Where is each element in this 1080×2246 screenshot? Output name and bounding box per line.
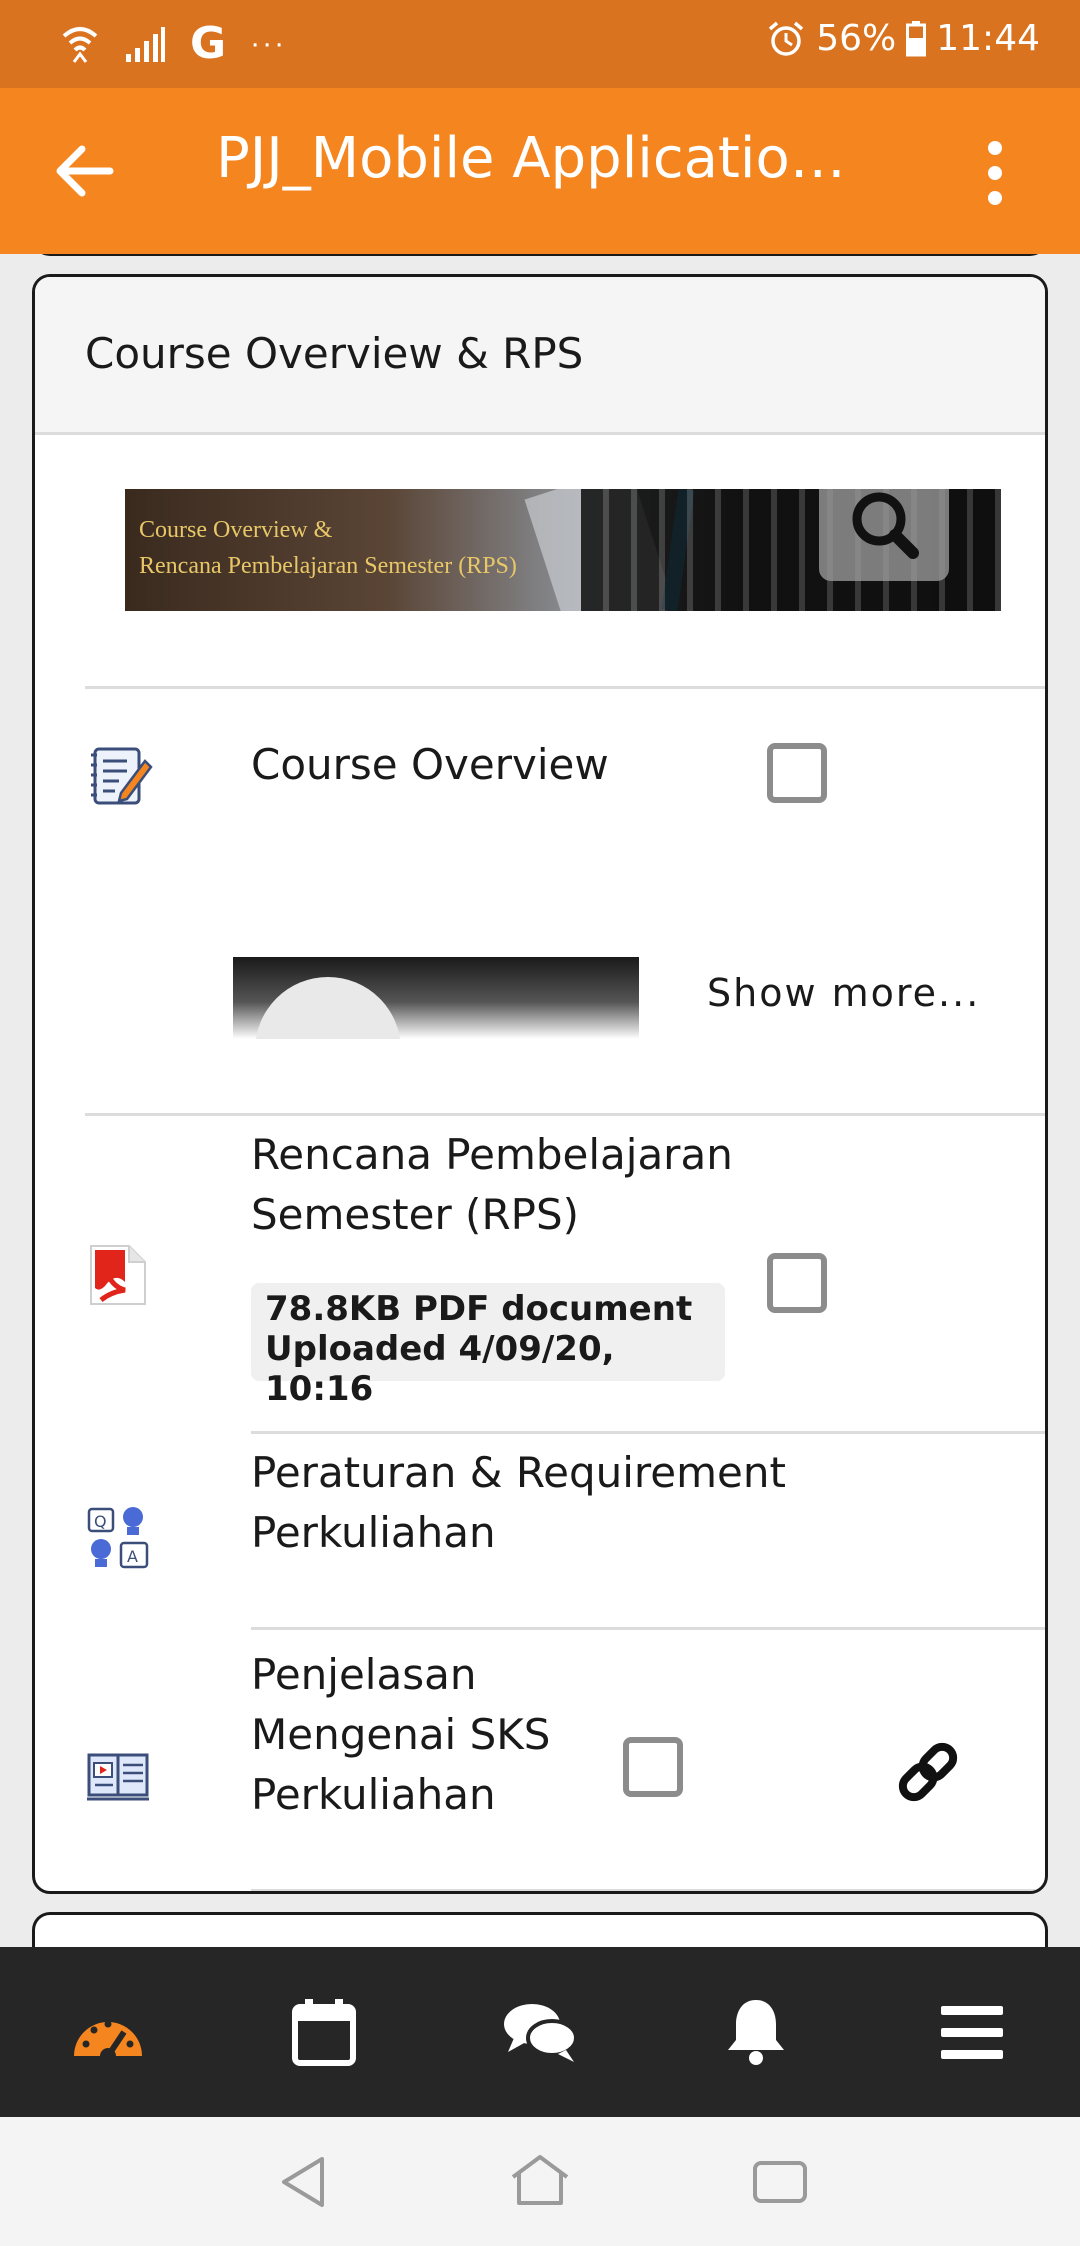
divider: [251, 1431, 1045, 1434]
battery-icon: [906, 20, 927, 56]
more-options-icon[interactable]: [980, 138, 1010, 208]
previous-section-card: [32, 254, 1048, 256]
signal-icon: [126, 26, 165, 62]
battery-percent: 56%: [816, 18, 897, 59]
divider: [251, 1627, 1045, 1630]
pdf-icon: [90, 1245, 146, 1305]
file-upload-date: Uploaded 4/09/20, 10:16: [265, 1329, 615, 1409]
bottom-navigation: [0, 1947, 1080, 2117]
system-back-icon[interactable]: [270, 2147, 340, 2217]
course-content[interactable]: Course Overview & RPS Course Overview & …: [0, 254, 1080, 1947]
tab-notifications[interactable]: [648, 1947, 864, 2117]
dashboard-icon: [74, 2020, 142, 2062]
show-more-link[interactable]: Show more...: [707, 971, 980, 1015]
wifi-icon: [62, 26, 98, 63]
tab-calendar[interactable]: [216, 1947, 432, 2117]
system-navigation-bar: [0, 2117, 1080, 2246]
page-title: PJJ_Mobile Application…: [216, 126, 856, 191]
activity-peraturan-line2[interactable]: Perkuliahan: [251, 1503, 496, 1563]
activity-peraturan-line1[interactable]: Peraturan & Requirement: [251, 1443, 786, 1503]
section-header[interactable]: Course Overview & RPS: [35, 277, 1045, 435]
system-home-icon[interactable]: [505, 2147, 575, 2217]
app-toolbar: PJJ_Mobile Application…: [0, 88, 1080, 254]
banner-text-line2: Rencana Pembelajaran Semester (RPS): [139, 553, 517, 579]
system-recents-icon[interactable]: [745, 2147, 815, 2217]
next-section-card: [32, 1912, 1048, 1947]
completion-checkbox[interactable]: [767, 743, 827, 803]
messages-icon: [504, 2004, 578, 2062]
link-icon[interactable]: [893, 1737, 963, 1807]
completion-checkbox[interactable]: [767, 1253, 827, 1313]
activity-sks-line2[interactable]: Mengenai SKS: [251, 1705, 550, 1765]
svg-text:A: A: [127, 1547, 138, 1566]
divider: [85, 1113, 1045, 1116]
zoom-image-button[interactable]: [819, 489, 949, 581]
activity-sks-line1[interactable]: Penjelasan: [251, 1645, 476, 1705]
alarm-icon: [769, 21, 804, 56]
file-details: 78.8KB PDF document Uploaded 4/09/20, 10…: [251, 1283, 725, 1409]
tab-dashboard[interactable]: [0, 1947, 216, 2117]
section-banner-image: Course Overview & Rencana Pembelajaran S…: [125, 489, 1001, 611]
assignment-icon: [91, 747, 153, 805]
divider: [85, 686, 1045, 689]
banner-text-line1: Course Overview &: [139, 517, 333, 543]
activity-rps-line2[interactable]: Semester (RPS): [251, 1185, 579, 1245]
activity-sks-line3[interactable]: Perkuliahan: [251, 1765, 496, 1825]
notifications-icon: [728, 2000, 784, 2065]
file-size-type: 78.8KB PDF document: [265, 1289, 693, 1329]
section-card: Course Overview & RPS Course Overview & …: [32, 274, 1048, 1894]
activity-course-overview[interactable]: Course Overview: [251, 735, 609, 795]
status-bar: G ··· 56% 11:44: [0, 0, 1080, 88]
course-overview-thumbnail: [233, 957, 639, 1039]
search-icon: [852, 492, 919, 559]
divider: [251, 1889, 1045, 1891]
qa-icon: Q A: [87, 1507, 149, 1569]
grammarly-icon: G: [190, 18, 227, 69]
more-notifications-icon: ···: [250, 26, 287, 60]
back-arrow-icon[interactable]: [50, 136, 120, 206]
tab-messages[interactable]: [432, 1947, 648, 2117]
menu-icon: [941, 2006, 1003, 2059]
calendar-icon: [292, 1999, 356, 2066]
activity-rps-line1[interactable]: Rencana Pembelajaran: [251, 1125, 733, 1185]
clock: 11:44: [936, 18, 1040, 59]
completion-checkbox[interactable]: [623, 1737, 683, 1797]
svg-text:Q: Q: [94, 1512, 107, 1531]
tab-menu[interactable]: [864, 1947, 1080, 2117]
video-book-icon: [87, 1753, 149, 1801]
section-title: Course Overview & RPS: [85, 329, 584, 378]
